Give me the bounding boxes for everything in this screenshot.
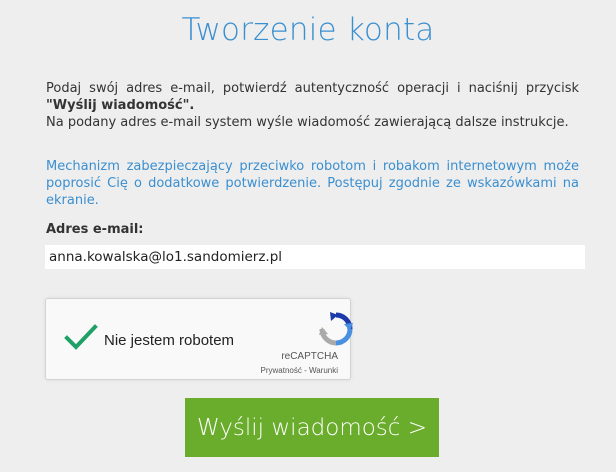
page-title: Tworzenie konta — [181, 12, 435, 48]
instructions-text: Podaj swój adres e-mail, potwierdź auten… — [46, 80, 579, 131]
email-field[interactable] — [45, 245, 585, 269]
robot-notice: Mechanizm zabezpieczający przeciwko robo… — [46, 159, 579, 208]
checkmark-icon[interactable] — [64, 323, 98, 351]
captcha-label: Nie jestem robotem — [104, 332, 235, 349]
instructions-line2: Na podany adres e-mail system wyśle wiad… — [46, 115, 569, 130]
recaptcha-logo-icon — [319, 312, 353, 346]
instructions-line1: Podaj swój adres e-mail, potwierdź auten… — [46, 81, 579, 96]
recaptcha-brand: reCAPTCHA — [281, 351, 338, 362]
submit-button-reference: "Wyślij wiadomość". — [46, 98, 195, 113]
recaptcha-widget: Nie jestem robotem reCAPTCHA Prywatność … — [45, 298, 353, 380]
recaptcha-privacy-terms-link[interactable]: Prywatność - Warunki — [261, 366, 339, 375]
send-message-button[interactable]: Wyślij wiadomość > — [185, 398, 439, 457]
email-label: Adres e-mail: — [46, 222, 144, 237]
